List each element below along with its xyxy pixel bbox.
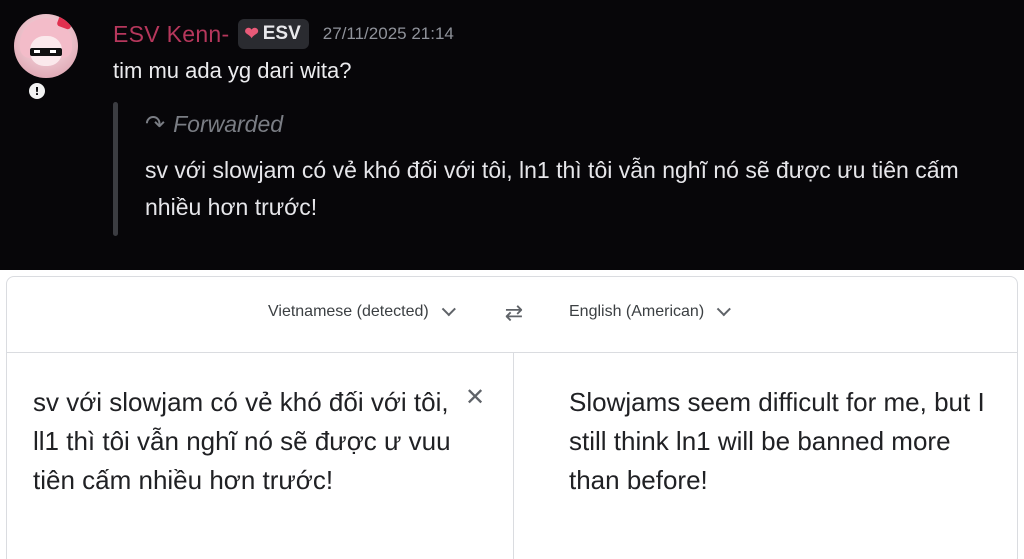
target-language-select[interactable]: English (American)	[569, 302, 732, 321]
author-name[interactable]: ESV Kenn-	[113, 21, 230, 48]
forwarded-label: Forwarded	[173, 111, 284, 137]
message-header: ESV Kenn- ❤ ESV 27/11/2025 21:14	[113, 18, 454, 50]
forward-arrow-icon: ↷	[145, 111, 166, 138]
translated-text: Slowjams seem difficult for me, but I st…	[569, 387, 985, 495]
message-text: tim mu ada yg dari wita?	[113, 58, 352, 83]
avatar-image	[14, 14, 78, 78]
chevron-down-icon	[716, 302, 732, 317]
server-tag[interactable]: ❤ ESV	[237, 19, 309, 49]
forwarded-header: ↷ Forwarded	[145, 110, 283, 139]
server-tag-label: ESV	[262, 23, 301, 44]
sunglasses-icon	[30, 48, 62, 56]
source-language-label: Vietnamese (detected)	[268, 303, 429, 320]
chevron-down-icon	[441, 302, 456, 317]
discord-message-panel: ! ESV Kenn- ❤ ESV 27/11/2025 21:14 tim m…	[0, 0, 1024, 270]
forwarded-message-text: sv với slowjam có vẻ khó đối với tôi, ln…	[145, 157, 959, 220]
language-bar: Vietnamese (detected) ⇄ English (America…	[7, 277, 1017, 353]
exclamation-badge-icon: !	[26, 80, 48, 102]
close-icon[interactable]: ✕	[465, 385, 485, 409]
pane-divider	[513, 353, 514, 559]
translate-panel: Vietnamese (detected) ⇄ English (America…	[6, 276, 1018, 559]
message-timestamp: 27/11/2025 21:14	[322, 24, 454, 43]
forwarded-quote-bar	[113, 102, 118, 236]
source-language-select[interactable]: Vietnamese (detected)	[268, 302, 456, 321]
heart-icon: ❤	[244, 24, 259, 43]
source-text-input[interactable]: sv với slowjam có vẻ khó đối với tôi, ll…	[33, 383, 453, 500]
avatar[interactable]: !	[14, 14, 78, 102]
swap-languages-icon[interactable]: ⇄	[501, 301, 527, 327]
target-language-label: English (American)	[569, 303, 705, 320]
